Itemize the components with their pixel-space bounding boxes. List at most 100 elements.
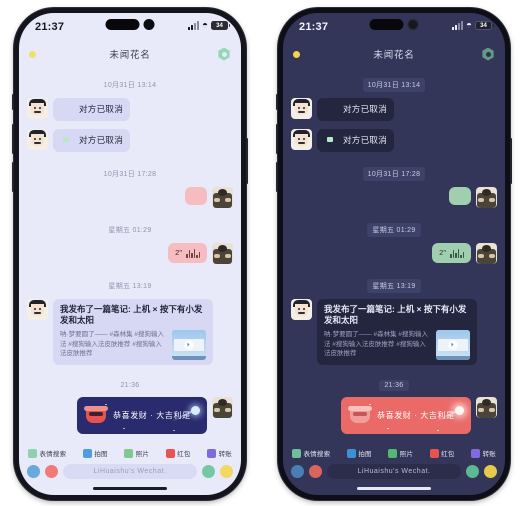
avatar[interactable] <box>212 187 233 208</box>
cancelled-transfer-bubble[interactable]: 对方已取消 <box>53 129 131 152</box>
search-input[interactable]: LiHuaishu's Wechat. <box>63 464 197 479</box>
avatar[interactable] <box>291 98 312 119</box>
avatar[interactable] <box>476 187 497 208</box>
small-outgoing-bubble[interactable] <box>185 187 207 205</box>
avatar[interactable] <box>212 243 233 264</box>
keyboard-icon[interactable] <box>45 465 58 478</box>
message-row: 对方已取消 <box>291 98 497 121</box>
battery-icon: 34 <box>475 21 494 30</box>
message-row <box>27 187 233 208</box>
cancel-text: 对方已取消 <box>79 103 124 114</box>
peer-face-art <box>291 129 312 150</box>
status-bar: 21:37 ◓ 34 <box>283 13 505 41</box>
cancel-text: 对方已取消 <box>79 134 124 145</box>
message-timestamp: 星期五 01:29 <box>367 223 421 237</box>
toolbar-item-camera-icon[interactable]: 拍图 <box>82 448 108 458</box>
avatar[interactable] <box>291 299 312 320</box>
home-indicator <box>283 482 505 495</box>
red-packet-icon <box>324 103 337 116</box>
peer-face-art <box>27 299 48 320</box>
message-timestamp: 21:36 <box>379 379 409 391</box>
toolbar-item-sticker-search-icon[interactable]: 表情搜索 <box>292 448 330 458</box>
self-avatar-art <box>476 397 497 418</box>
voice-message-bubble[interactable]: 2" <box>168 243 207 264</box>
red-packet-card[interactable]: 恭喜发财 · 大吉利是 <box>77 396 207 434</box>
wifi-icon: ◓ <box>201 20 208 31</box>
message-list[interactable]: 10月31日 13:14 对方已取消 对方已取消 10月31日 17:28 星期… <box>19 67 241 443</box>
dynamic-island <box>105 19 155 30</box>
peer-face-art <box>291 299 312 320</box>
phone-screen: 21:37 ◓ 34 未闻花名 10月31日 13:14 对方已取消 对方已取消… <box>283 13 505 495</box>
cancelled-transfer-bubble[interactable]: 对方已取消 <box>53 98 131 121</box>
chat-nav-bar: 未闻花名 <box>19 41 241 67</box>
toolbar-item-label: 红包 <box>177 451 191 458</box>
emoji-icon[interactable] <box>202 465 215 478</box>
message-row: 对方已取消 <box>27 129 233 152</box>
video-thumbnail-icon[interactable] <box>436 329 470 360</box>
quick-action-toolbar: 表情搜索 拍图 照片 红包 转账 <box>283 443 505 462</box>
toolbar-item-label: 转账 <box>482 451 496 458</box>
note-description: 呐·梦要圆了—— #森林集 #搜狗输入法 #搜狗输入法皮肤推荐 #搜狗输入法皮肤… <box>60 330 165 358</box>
self-avatar-art <box>476 187 497 208</box>
red-packet-card[interactable]: 恭喜发财 · 大吉利是 <box>341 396 471 434</box>
cancelled-transfer-bubble[interactable]: 对方已取消 <box>317 98 395 121</box>
toolbar-item-photo-icon[interactable]: 照片 <box>124 448 149 458</box>
toolbar-item-transfer-icon[interactable]: 转账 <box>471 448 496 458</box>
hongbao-pot-icon <box>84 405 108 423</box>
plus-icon[interactable] <box>220 465 233 478</box>
video-thumbnail-icon[interactable] <box>172 329 206 360</box>
message-timestamp: 10月31日 17:28 <box>362 167 426 181</box>
message-row: 2" <box>27 243 233 264</box>
battery-level: 34 <box>480 22 487 29</box>
avatar[interactable] <box>291 129 312 150</box>
toolbar-item-red-packet-icon[interactable]: 红包 <box>165 448 191 458</box>
toolbar-item-photo-icon[interactable]: 照片 <box>388 448 413 458</box>
emoji-icon[interactable] <box>466 465 479 478</box>
avatar[interactable] <box>27 98 48 119</box>
avatar[interactable] <box>212 396 233 418</box>
search-input[interactable]: LiHuaishu's Wechat. <box>327 464 461 479</box>
battery-icon: 34 <box>211 21 230 30</box>
comet-icon <box>455 405 464 415</box>
avatar[interactable] <box>27 129 48 150</box>
voice-message-bubble[interactable]: 2" <box>432 243 471 264</box>
avatar[interactable] <box>27 299 48 320</box>
message-row: 对方已取消 <box>291 129 497 152</box>
red-packet-icon <box>60 103 73 116</box>
message-row: 恭喜发财 · 大吉利是 <box>291 396 497 434</box>
toolbar-item-label: 拍图 <box>358 451 372 458</box>
message-input-bar: LiHuaishu's Wechat. <box>19 462 241 482</box>
wifi-icon: ◓ <box>465 20 472 31</box>
dual-phone-comparison: 21:37 ◓ 34 未闻花名 10月31日 13:14 对方已取消 对方已取消… <box>0 0 520 506</box>
hongbao-pot-icon <box>348 405 372 423</box>
note-title: 我发布了一篇笔记: 上机 × 按下有小发发和太阳 <box>60 304 203 326</box>
voice-duration: 2" <box>439 248 446 257</box>
self-avatar-art <box>212 243 233 264</box>
peer-face-art <box>291 98 312 119</box>
voice-icon[interactable] <box>27 465 40 478</box>
plus-icon[interactable] <box>484 465 497 478</box>
self-avatar-art <box>212 397 233 418</box>
input-placeholder: LiHuaishu's Wechat. <box>93 468 167 475</box>
status-clock: 21:37 <box>35 21 65 33</box>
sticker-search-icon <box>292 448 301 458</box>
toolbar-item-camera-icon[interactable]: 拍图 <box>346 448 372 458</box>
small-outgoing-bubble[interactable] <box>449 187 471 205</box>
note-share-card[interactable]: 我发布了一篇笔记: 上机 × 按下有小发发和太阳 呐·梦要圆了—— #森林集 #… <box>317 299 477 365</box>
toolbar-item-label: 红包 <box>441 451 455 458</box>
waveform-icon <box>186 248 200 258</box>
avatar[interactable] <box>476 243 497 264</box>
voice-icon[interactable] <box>291 465 304 478</box>
transfer-icon <box>60 134 73 147</box>
red-packet-icon <box>165 448 175 458</box>
toolbar-item-red-packet-icon[interactable]: 红包 <box>429 448 455 458</box>
keyboard-icon[interactable] <box>309 465 322 478</box>
avatar[interactable] <box>476 396 497 418</box>
toolbar-item-transfer-icon[interactable]: 转账 <box>207 448 232 458</box>
voice-duration: 2" <box>175 248 182 257</box>
toolbar-item-sticker-search-icon[interactable]: 表情搜索 <box>28 448 66 458</box>
note-share-card[interactable]: 我发布了一篇笔记: 上机 × 按下有小发发和太阳 呐·梦要圆了—— #森林集 #… <box>53 299 213 365</box>
cancelled-transfer-bubble[interactable]: 对方已取消 <box>317 129 395 152</box>
note-description: 呐·梦要圆了—— #森林集 #搜狗输入法 #搜狗输入法皮肤推荐 #搜狗输入法皮肤… <box>324 330 429 358</box>
message-list[interactable]: 10月31日 13:14 对方已取消 对方已取消 10月31日 17:28 星期… <box>283 67 505 443</box>
